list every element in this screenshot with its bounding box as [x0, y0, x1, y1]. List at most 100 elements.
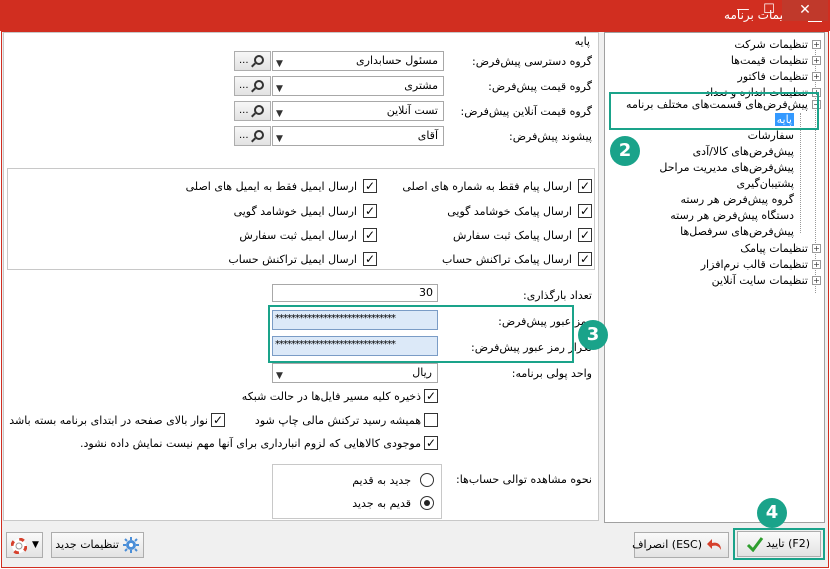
select-value: مسئول حسابداری [356, 54, 438, 67]
tree-item-group[interactable]: گروه پیش‌فرض هر رسته [680, 192, 794, 207]
currency-select[interactable]: ریال ▼ [272, 363, 438, 383]
select-value: ریال [412, 366, 432, 379]
expand-icon[interactable]: + [812, 276, 821, 285]
tree-item-invoice[interactable]: تنظیمات فاکتور [738, 69, 808, 84]
tree-item-device[interactable]: دستگاه پیش‌فرض هر رسته [670, 208, 794, 223]
tree-item-company[interactable]: تنظیمات شرکت [734, 37, 808, 52]
checkbox[interactable]: ✓ [363, 204, 377, 218]
currency-label: واحد پولی برنامه: [511, 367, 592, 380]
select-value: تست آنلاین [386, 104, 438, 117]
new-settings-label: تنظیمات جدید [55, 538, 119, 551]
search-button[interactable]: ... [234, 101, 271, 121]
checkbox[interactable]: ✓ [363, 252, 377, 266]
expand-icon[interactable]: + [812, 244, 821, 253]
chevron-down-icon: ▼ [276, 134, 283, 144]
checkbox[interactable]: ✓ [578, 228, 592, 242]
checkbox[interactable]: ✓ [578, 179, 592, 193]
tree-item-online[interactable]: تنظیمات سایت آنلاین [712, 273, 808, 288]
search-button[interactable]: ... [234, 126, 271, 146]
cancel-button[interactable]: (ESC) انصراف [632, 532, 729, 558]
price-group-select[interactable]: مشتری ▼ [272, 76, 444, 96]
checkbox[interactable]: ✓ [424, 389, 438, 403]
check-label: ارسال پیامک تراکنش حساب [442, 253, 572, 266]
search-icon [254, 105, 264, 115]
cancel-label: (ESC) انصراف [632, 538, 702, 551]
option-label: موجودی کالاهایی که لزوم انبارداری برای آ… [80, 437, 421, 450]
title-bar: تنظیمات برنامه — ☐ ✕ [0, 0, 830, 31]
lifebuoy-icon [11, 538, 27, 554]
radio-label: جدید به قدیم [352, 474, 411, 487]
checkbox[interactable]: ✓ [363, 179, 377, 193]
expand-icon[interactable]: + [812, 260, 821, 269]
load-count-label: تعداد بارگذاری: [522, 289, 592, 302]
step-badge: 4 [757, 498, 787, 528]
more-dots: ... [239, 105, 249, 116]
radio-label: قدیم به جدید [352, 497, 411, 510]
select-value: آقای [417, 129, 438, 142]
highlight-box [733, 528, 825, 560]
expand-icon[interactable]: + [812, 72, 821, 81]
expand-icon[interactable]: + [812, 40, 821, 49]
tree-item-goods[interactable]: پیش‌فرض‌های کالا/آدی [693, 144, 794, 159]
main-panel: پایه گروه دسترسی پیش‌فرض: مسئول حسابداری… [3, 32, 599, 521]
tree-item-orders[interactable]: سفارشات [748, 128, 794, 143]
prefix-select[interactable]: آقای ▼ [272, 126, 444, 146]
tree-line [815, 45, 816, 293]
chevron-down-icon: ▼ [276, 59, 283, 69]
step-badge: 3 [578, 320, 608, 350]
chevron-down-icon: ▼ [32, 540, 39, 550]
field-label: پیشوند پیش‌فرض: [509, 130, 592, 143]
tree-item-headings[interactable]: پیش‌فرض‌های سرفصل‌ها [680, 224, 794, 239]
option-label: نوار بالای صفحه در ابتدای برنامه بسته با… [9, 414, 208, 427]
tree-item-template[interactable]: تنظیمات قالب نرم‌افزار [701, 257, 808, 272]
gear-icon [123, 537, 139, 553]
search-icon [254, 80, 264, 90]
chevron-down-icon: ▼ [276, 371, 283, 381]
step-badge: 2 [610, 136, 640, 166]
highlight-box [268, 305, 574, 363]
more-dots: ... [239, 55, 249, 66]
checkbox[interactable]: ✓ [424, 436, 438, 450]
undo-icon [707, 539, 721, 550]
option-label: همیشه رسید ترکنش مالی چاپ شود [254, 414, 421, 427]
checkbox[interactable]: ✓ [578, 204, 592, 218]
checkbox[interactable]: ✓ [363, 228, 377, 242]
expand-icon[interactable]: + [812, 56, 821, 65]
tree-item-sms[interactable]: تنظیمات پیامک [740, 241, 808, 256]
tree-line [800, 113, 801, 233]
chevron-down-icon: ▼ [276, 84, 283, 94]
tree-item-stages[interactable]: پیش‌فرض‌های مدیریت مراحل [659, 160, 794, 175]
search-button[interactable]: ... [234, 76, 271, 96]
search-button[interactable]: ... [234, 51, 271, 71]
radio-button[interactable] [420, 473, 434, 487]
more-dots: ... [239, 130, 249, 141]
check-label: ارسال ایمیل تراکنش حساب [228, 253, 357, 266]
field-label: گروه دسترسی پیش‌فرض: [471, 55, 592, 68]
check-label: ارسال پیام فقط به شماره های اصلی [402, 180, 572, 193]
load-count-input[interactable]: 30 [272, 284, 438, 302]
close-button[interactable]: ✕ [782, 0, 828, 21]
radio-button[interactable] [420, 496, 434, 510]
section-title: پایه [574, 35, 590, 48]
access-group-select[interactable]: مسئول حسابداری ▼ [272, 51, 444, 71]
minimize-button[interactable]: — [730, 0, 756, 21]
option-label: ذخیره کلیه مسیر فایل‌ها در حالت شبکه [241, 390, 421, 403]
online-price-group-select[interactable]: تست آنلاین ▼ [272, 101, 444, 121]
checkbox[interactable]: ✓ [211, 413, 225, 427]
order-group: جدید به قدیم قدیم به جدید [272, 464, 442, 519]
checkbox[interactable] [424, 413, 438, 427]
help-dropdown-button[interactable]: ▼ [6, 532, 43, 558]
check-label: ارسال پیامک خوشامد گویی [447, 205, 572, 218]
highlight-box [609, 92, 819, 130]
search-icon [254, 130, 264, 140]
field-label: گروه قیمت پیش‌فرض: [488, 80, 592, 93]
new-settings-button[interactable]: تنظیمات جدید [51, 532, 144, 558]
check-label: ارسال ایمیل فقط به ایمیل های اصلی [185, 180, 357, 193]
tree-item-prices[interactable]: تنظیمات قیمت‌ها [731, 53, 808, 68]
maximize-button[interactable]: ☐ [756, 0, 782, 21]
tree-item-backup[interactable]: پشتیبان‌گیری [737, 176, 795, 191]
check-label: ارسال ایمیل ثبت سفارش [239, 229, 357, 242]
search-icon [254, 55, 264, 65]
checkbox[interactable]: ✓ [578, 252, 592, 266]
more-dots: ... [239, 80, 249, 91]
